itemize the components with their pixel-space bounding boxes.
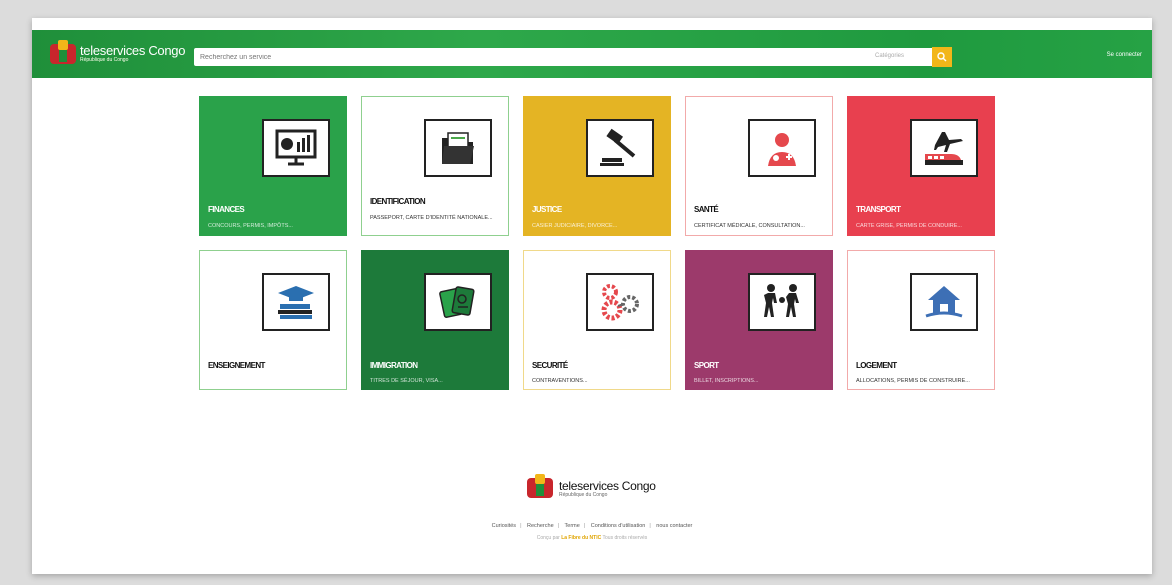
top-header: teleservices Congo République du Congo C… [32,30,1152,78]
login-link[interactable]: Se connecter [1107,52,1142,58]
folder-documents-icon [424,119,492,177]
service-tile[interactable]: TRANSPORT CARTE GRISE, PERMIS DE CONDUIRE… [847,96,995,236]
graduation-books-icon [262,273,330,331]
service-subtitle: CARTE GRISE, PERMIS DE CONDUIRE... [856,223,962,229]
service-tile[interactable]: IMMIGRATION TITRES DE SÉJOUR, VISA... [361,250,509,390]
service-tile[interactable]: SANTÉ CERTIFICAT MÉDICALE, CONSULTATION..… [685,96,833,236]
footer-credit: Conçu par La Fibre du NTIC Tous droits r… [32,535,1152,541]
service-subtitle: CASIER JUDICIAIRE, DIVORCE... [532,223,618,229]
service-subtitle: TITRES DE SÉJOUR, VISA... [370,378,443,384]
service-tile[interactable]: JUSTICE CASIER JUDICIAIRE, DIVORCE... [523,96,671,236]
doctor-icon [748,119,816,177]
service-tile[interactable]: LOGEMENT ALLOCATIONS, PERMIS DE CONSTRUIR… [847,250,995,390]
credit-link[interactable]: La Fibre du NTIC [561,535,601,541]
footer-link[interactable]: Conditions d'utilisation [591,523,646,529]
footer-logo-subtitle: République du Congo [559,492,608,498]
service-title: IDENTIFICATION [370,197,426,206]
service-subtitle: PASSEPORT, CARTE D'IDENTITÉ NATIONALE... [370,215,493,221]
service-title: SECURITÉ [532,361,568,370]
browser-page: teleservices Congo République du Congo C… [32,18,1152,574]
football-players-icon [748,273,816,331]
footer-logo-title: teleservices Congo [559,479,656,493]
service-tile[interactable]: FINANCES CONCOURS, PERMIS, IMPÔTS... [199,96,347,236]
service-title: LOGEMENT [856,361,897,370]
footer-link[interactable]: Terme [565,523,580,529]
footer-link[interactable]: nous contacter [656,523,692,529]
service-title: ENSEIGNEMENT [208,361,265,370]
service-title: TRANSPORT [856,205,901,214]
footer-links: Curiosités | Recherche | Terme | Conditions… [491,523,693,529]
finance-chart-icon [262,119,330,177]
service-title: IMMIGRATION [370,361,418,370]
search-button[interactable] [932,47,952,67]
service-tile[interactable]: SPORT BILLET, INSCRIPTIONS... [685,250,833,390]
gears-icon [586,273,654,331]
transport-icon [910,119,978,177]
footer-link[interactable]: Curiosités [492,523,516,529]
footer-link[interactable]: Recherche [527,523,554,529]
service-subtitle: CERTIFICAT MÉDICALE, CONSULTATION... [694,223,805,229]
services-grid: FINANCES CONCOURS, PERMIS, IMPÔTS... IDENT… [199,96,997,390]
service-tile[interactable]: SECURITÉ CONTRAVENTIONS... [523,250,671,390]
service-subtitle: ALLOCATIONS, PERMIS DE CONSTRUIRE... [856,378,970,384]
service-title: SPORT [694,361,719,370]
service-tile[interactable]: ENSEIGNEMENT [199,250,347,390]
site-logo[interactable]: teleservices Congo République du Congo [50,40,185,66]
house-icon [910,273,978,331]
search-input[interactable] [200,51,800,63]
service-subtitle: CONTRAVENTIONS... [532,378,588,384]
passport-icon [424,273,492,331]
category-dropdown[interactable]: Catégories [875,53,904,59]
credit-suffix: Tous droits réservés [602,535,648,541]
credit-prefix: Conçu par [536,535,560,541]
service-tile[interactable]: IDENTIFICATION PASSEPORT, CARTE D'IDENTIT… [361,96,509,236]
logo-title: teleservices Congo [80,42,186,58]
service-title: SANTÉ [694,205,719,214]
congo-crest-icon [50,40,76,66]
service-subtitle: BILLET, INSCRIPTIONS... [694,378,759,384]
service-title: FINANCES [208,205,245,214]
search-icon [937,52,947,62]
search-bar: Catégories [194,48,934,66]
gavel-icon [586,119,654,177]
congo-crest-icon [527,474,555,504]
logo-subtitle: République du Congo [80,56,129,63]
service-title: JUSTICE [532,205,562,214]
footer-logo[interactable]: teleservices Congo République du Congo [527,474,656,504]
service-subtitle: CONCOURS, PERMIS, IMPÔTS... [208,223,293,229]
